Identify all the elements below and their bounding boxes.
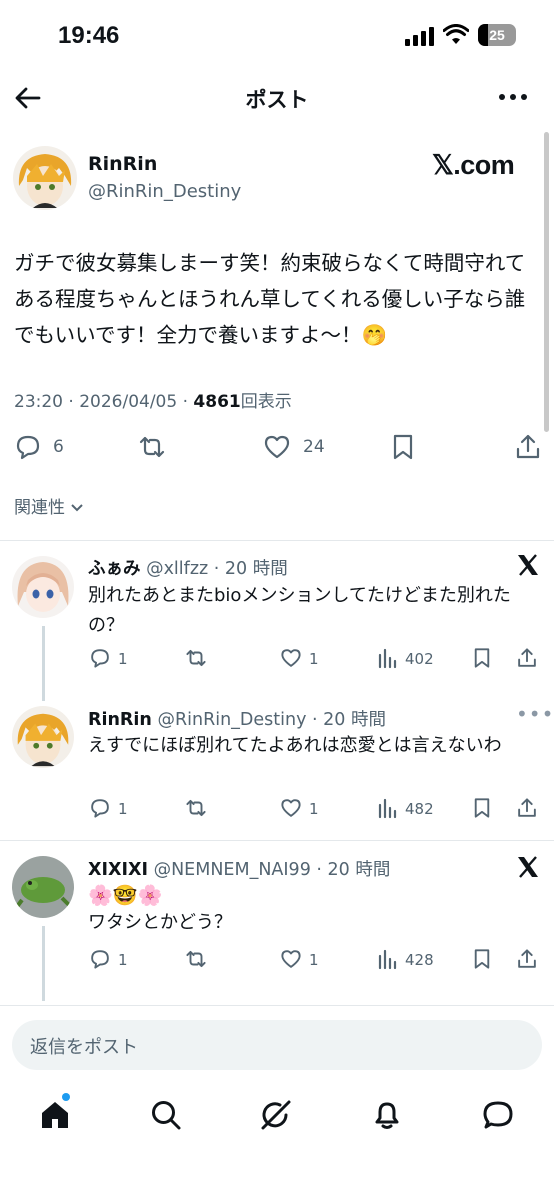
share-icon[interactable] — [516, 797, 538, 819]
grok-icon[interactable] — [260, 1099, 292, 1131]
like-count: 24 — [303, 437, 325, 457]
view-label: 回表示 — [240, 392, 292, 412]
views-icon[interactable] — [377, 948, 399, 970]
reply-count: 6 — [53, 437, 64, 457]
reply-icon[interactable] — [14, 433, 42, 461]
reply-header: ふぁみ @xllfzz · 20 時間 — [88, 555, 288, 580]
repost-icon[interactable] — [185, 797, 207, 819]
reply-text: 別れたあとまたbioメンションしてたけどまた別れたの？ — [88, 585, 511, 636]
reply-header: XIXIXI @NEMNEM_NAI99 · 20 時間 — [88, 856, 390, 881]
author-name[interactable]: RinRin — [88, 153, 157, 175]
avatar[interactable] — [13, 146, 77, 210]
repost-icon[interactable] — [185, 647, 207, 669]
views-icon[interactable] — [377, 647, 399, 669]
bell-icon[interactable] — [371, 1099, 403, 1131]
reply-icon[interactable] — [89, 948, 111, 970]
reply-input[interactable]: 返信をポスト — [12, 1020, 542, 1070]
like-count: 1 — [309, 800, 319, 818]
share-icon[interactable] — [516, 948, 538, 970]
more-options-icon[interactable]: ••• — [516, 702, 554, 726]
avatar[interactable] — [12, 856, 74, 918]
wifi-icon — [443, 24, 469, 46]
author-handle[interactable]: @RinRin_Destiny — [88, 181, 241, 202]
like-icon[interactable] — [280, 948, 302, 970]
bookmark-icon[interactable] — [471, 647, 493, 669]
avatar[interactable] — [12, 706, 74, 768]
reply-author-handle[interactable]: @RinRin_Destiny · 20 時間 — [157, 710, 386, 730]
messages-icon[interactable] — [482, 1099, 514, 1131]
thread-line — [42, 926, 45, 1001]
share-icon[interactable] — [514, 433, 542, 461]
bookmark-icon[interactable] — [471, 797, 493, 819]
reply-text: えすでにほぼ別れてたよあれは恋愛とは言えないわ — [88, 735, 502, 756]
chevron-down-icon — [70, 503, 84, 513]
reply-count: 1 — [118, 650, 128, 668]
like-count: 1 — [309, 951, 319, 969]
reply-emoji-line: 🌸🤓🌸 — [88, 883, 163, 907]
x-com-watermark: 𝕏.com — [432, 150, 515, 180]
sort-dropdown[interactable]: 関連性 — [14, 493, 84, 518]
like-icon[interactable] — [263, 433, 291, 461]
bookmark-icon[interactable] — [471, 948, 493, 970]
post-timestamp: 23:20 · 2026/04/05 · — [14, 392, 194, 412]
repost-icon[interactable] — [138, 433, 166, 461]
reply-author-handle[interactable]: @xllfzz · 20 時間 — [146, 559, 288, 579]
reply-icon[interactable] — [89, 647, 111, 669]
reply-count: 1 — [118, 800, 128, 818]
notification-dot — [62, 1093, 70, 1101]
status-time: 19:46 — [58, 22, 120, 49]
more-options-icon[interactable] — [499, 94, 529, 102]
x-logo-icon — [516, 553, 540, 577]
home-icon[interactable] — [39, 1099, 71, 1131]
view-count: 402 — [405, 650, 434, 668]
bookmark-icon[interactable] — [389, 433, 417, 461]
view-count: 428 — [405, 951, 434, 969]
cellular-signal-icon — [405, 26, 435, 46]
divider — [0, 540, 554, 541]
post-meta: 23:20 · 2026/04/05 · 4861回表示 — [14, 387, 292, 412]
scrollbar[interactable] — [544, 132, 549, 432]
post-text: ガチで彼女募集しまーす笑！約束破らなくて時間守れてある程度ちゃんとほうれん草して… — [14, 251, 526, 347]
reply-count: 1 — [118, 951, 128, 969]
share-icon[interactable] — [516, 647, 538, 669]
like-count: 1 — [309, 650, 319, 668]
view-count: 482 — [405, 800, 434, 818]
reply-placeholder: 返信をポスト — [30, 1037, 138, 1058]
reply-author-handle[interactable]: @NEMNEM_NAI99 · 20 時間 — [154, 860, 391, 880]
reply-author-name[interactable]: ふぁみ — [88, 559, 141, 579]
sort-label: 関連性 — [14, 498, 65, 518]
battery-icon: 25 — [478, 24, 516, 46]
avatar[interactable] — [12, 556, 74, 618]
reply-header: RinRin @RinRin_Destiny · 20 時間 — [88, 706, 386, 731]
reply-author-name[interactable]: XIXIXI — [88, 860, 148, 880]
divider — [0, 840, 554, 841]
thread-line — [42, 626, 45, 701]
reply-icon[interactable] — [89, 797, 111, 819]
x-logo-icon — [516, 855, 540, 879]
page-title: ポスト — [245, 88, 309, 112]
search-icon[interactable] — [150, 1099, 182, 1131]
views-icon[interactable] — [377, 797, 399, 819]
reply-author-name[interactable]: RinRin — [88, 710, 152, 730]
view-count: 4861 — [193, 392, 241, 412]
battery-level: 25 — [489, 27, 505, 43]
like-icon[interactable] — [280, 797, 302, 819]
repost-icon[interactable] — [185, 948, 207, 970]
reply-text: ワタシとかどう？ — [88, 912, 232, 933]
like-icon[interactable] — [280, 647, 302, 669]
